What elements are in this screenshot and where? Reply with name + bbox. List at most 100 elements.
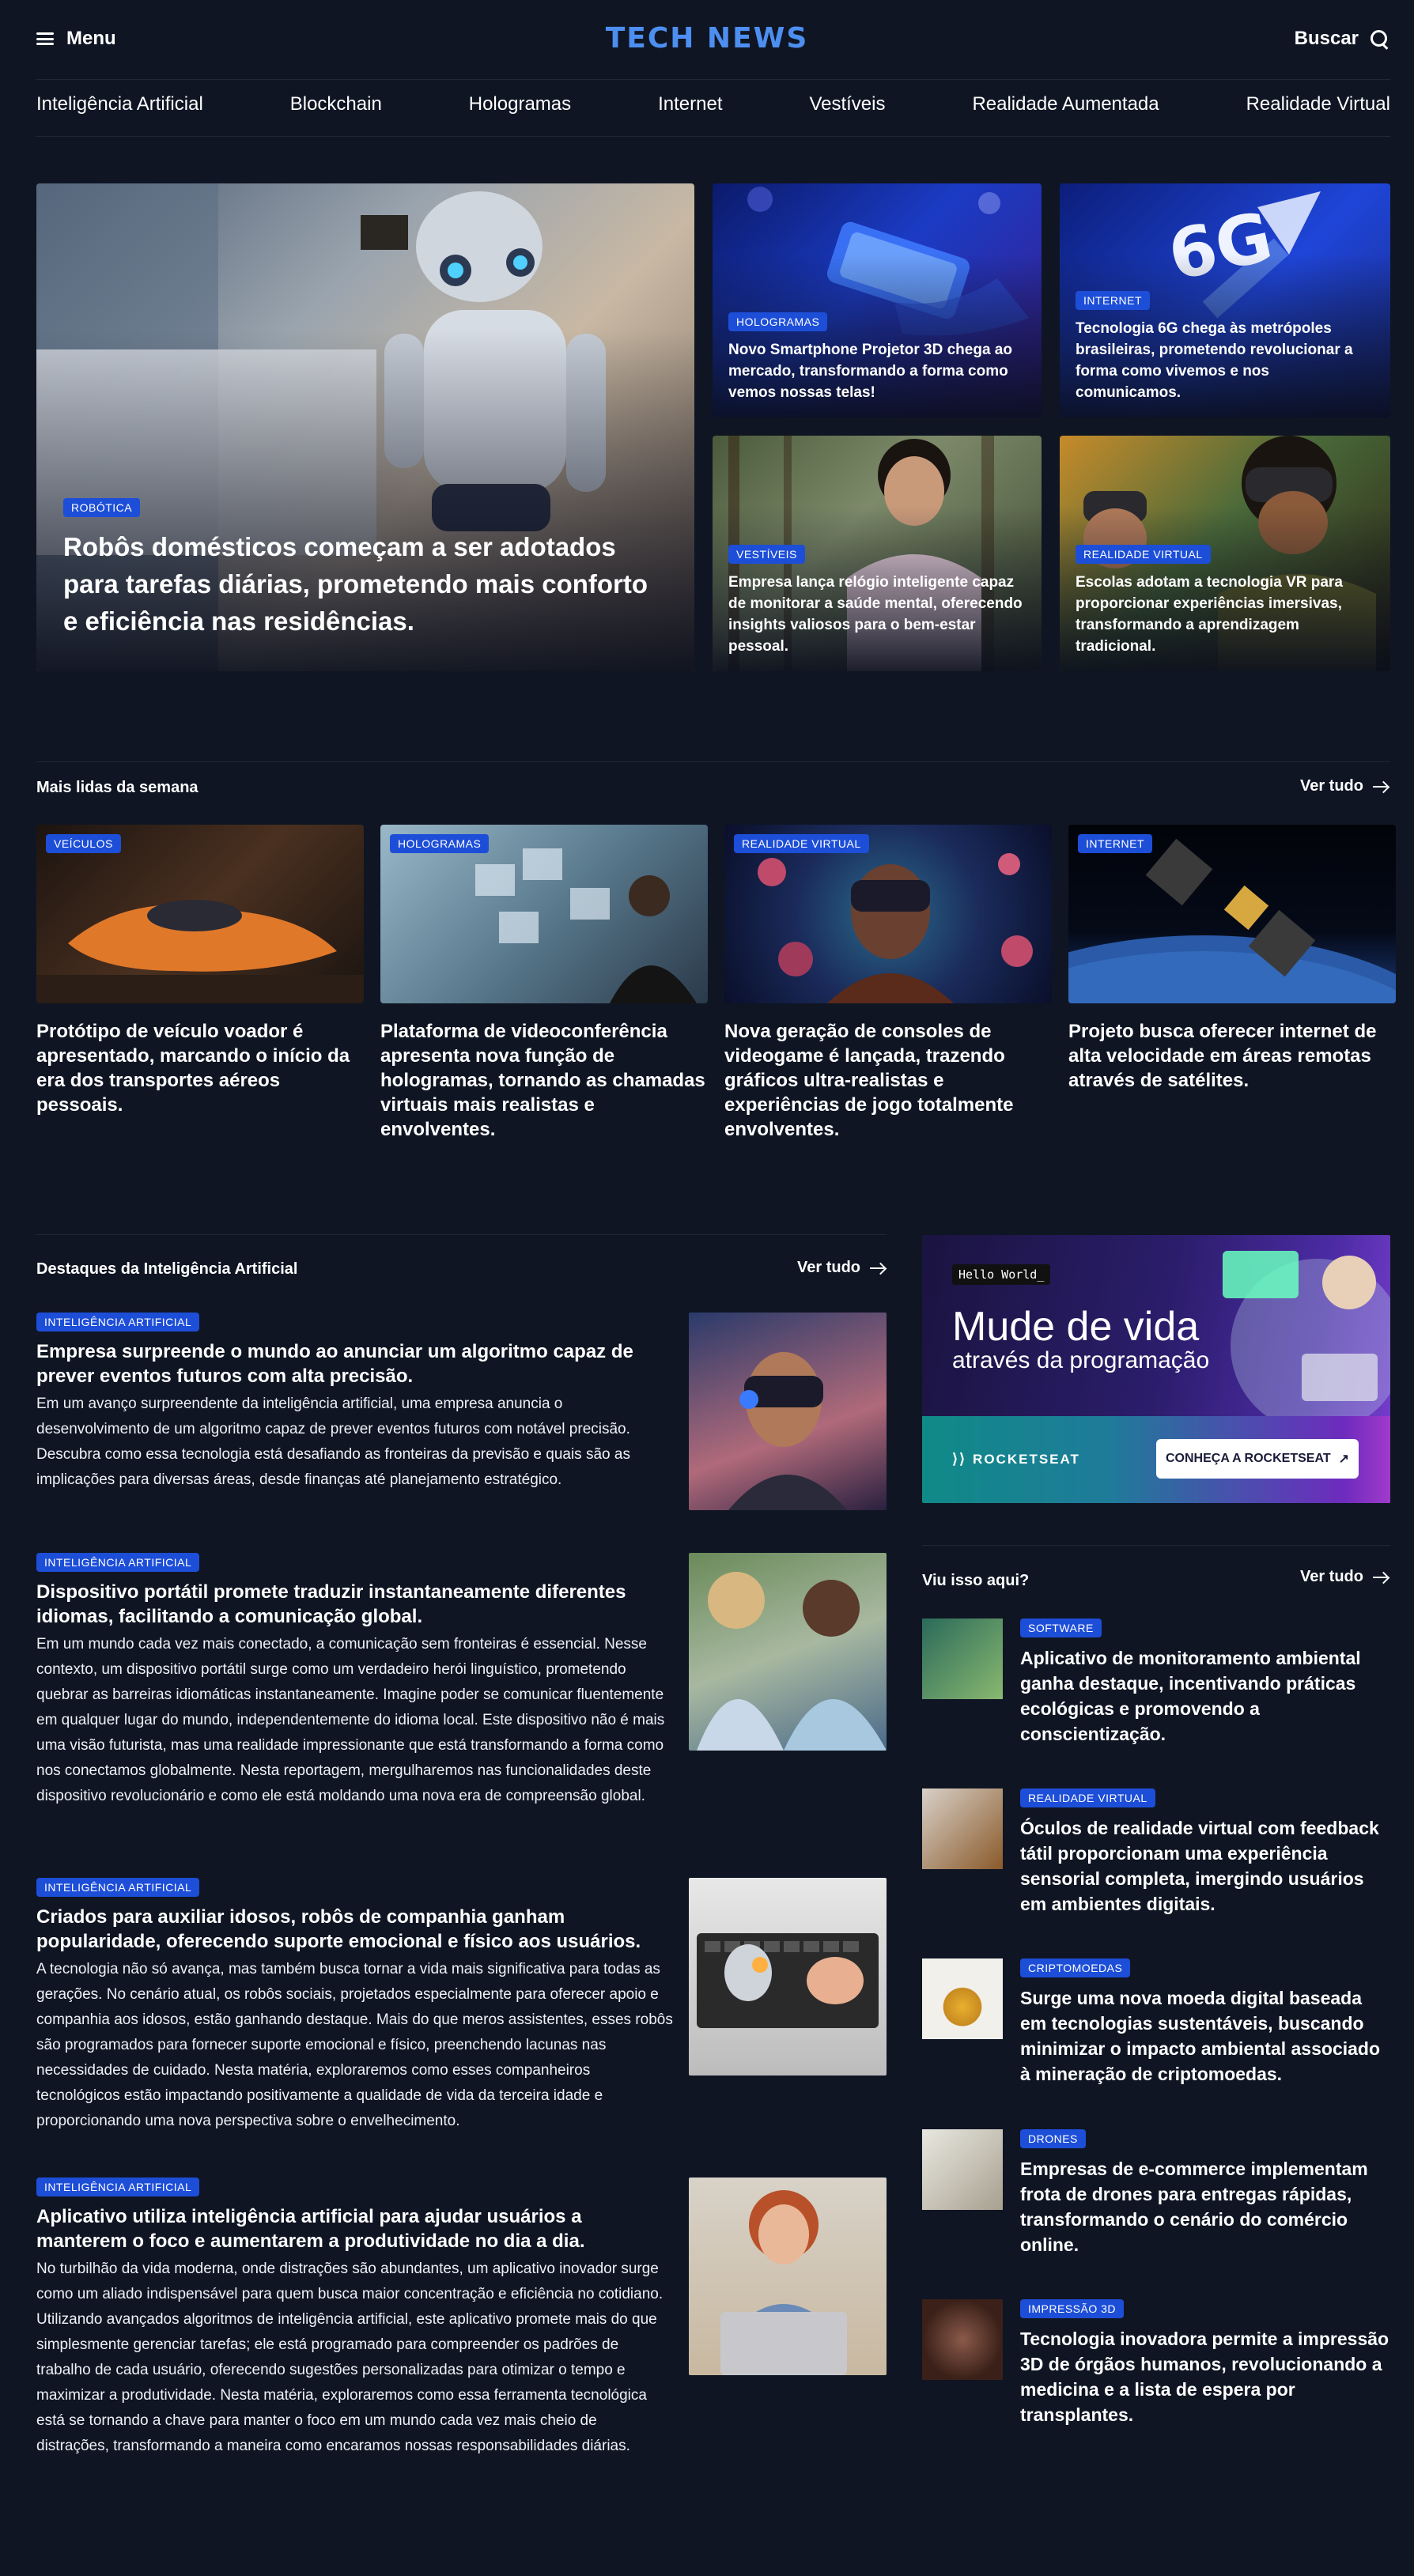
article-excerpt: No turbilhão da vida moderna, onde distr… — [36, 2261, 664, 2454]
category-tag: HOLOGRAMAS — [728, 312, 828, 331]
ad-headline: Mude de vida — [952, 1304, 1200, 1350]
nav-item-realidade-aumentada[interactable]: Realidade Aumentada — [972, 93, 1159, 115]
nav-item-realidade-virtual[interactable]: Realidade Virtual — [1246, 93, 1390, 115]
section-divider — [922, 1545, 1390, 1546]
most-read-title: Projeto busca oferecer internet de alta … — [1068, 1021, 1377, 1091]
category-tag: INTELIGÊNCIA ARTIFICIAL — [36, 2178, 200, 2196]
seen-here-item-title: Tecnologia inovadora permite a impressão… — [1020, 2329, 1389, 2425]
category-nav: Inteligência Artificial Blockchain Holog… — [36, 93, 1390, 115]
most-read-title: Mais lidas da semana — [36, 779, 198, 796]
category-tag: CRIPTOMOEDAS — [1020, 1958, 1131, 1977]
hero-card-vestiveis[interactable]: VESTÍVEIS Empresa lança relógio intelige… — [713, 436, 1042, 671]
seen-here-item[interactable]: CRIPTOMOEDAS Surge uma nova moeda digita… — [922, 1958, 1390, 2087]
nav-item-internet[interactable]: Internet — [658, 93, 722, 115]
section-divider — [36, 761, 1390, 762]
category-tag: VESTÍVEIS — [728, 545, 805, 564]
seen-here-item[interactable]: DRONES Empresas de e-commerce implementa… — [922, 2129, 1390, 2257]
ai-article[interactable]: INTELIGÊNCIA ARTIFICIAL Aplicativo utili… — [36, 2178, 887, 2459]
ad-hello-code: Hello World_ — [952, 1264, 1051, 1285]
seen-here-item-title: Surge uma nova moeda digital baseada em … — [1020, 1988, 1381, 2084]
hero-card-title: Novo Smartphone Projetor 3D chega ao mer… — [728, 342, 1012, 401]
drone-delivery-image — [922, 2129, 1003, 2210]
search-button[interactable]: Buscar — [1295, 27, 1389, 51]
category-tag: DRONES — [1020, 2129, 1086, 2148]
ad-brand-name: ROCKETSEAT — [973, 1451, 1080, 1467]
hero-card-internet[interactable]: 6G INTERNET Tecnologia 6G chega às metró… — [1060, 183, 1390, 417]
header-divider — [36, 79, 1390, 80]
section-divider — [36, 1234, 887, 1235]
hero-main-title: Robôs domésticos começam a ser adotados … — [63, 532, 648, 636]
satellite-image: INTERNET — [1068, 825, 1396, 1003]
most-read-item[interactable]: INTERNET Projeto busca oferecer internet… — [1068, 825, 1396, 1093]
article-title: Criados para auxiliar idosos, robôs de c… — [36, 1906, 641, 1952]
nav-item-hologramas[interactable]: Hologramas — [469, 93, 571, 115]
seen-here-item[interactable]: IMPRESSÃO 3D Tecnologia inovadora permit… — [922, 2299, 1390, 2427]
seen-here-item-title: Empresas de e-commerce implementam frota… — [1020, 2159, 1368, 2255]
most-read-item[interactable]: REALIDADE VIRTUAL Nova geração de consol… — [724, 825, 1052, 1142]
see-all-label: Ver tudo — [797, 1259, 861, 1276]
ad-brand: ⟩⟩ ROCKETSEAT — [952, 1451, 1080, 1467]
most-read-title: Nova geração de consoles de videogame é … — [724, 1021, 1014, 1140]
flying-car-image: VEÍCULOS — [36, 825, 364, 1003]
arrow-right-icon — [1373, 1572, 1389, 1583]
site-logo[interactable]: TECH NEWS — [0, 22, 1414, 55]
category-tag: VEÍCULOS — [46, 834, 121, 853]
category-tag: INTERNET — [1078, 834, 1152, 853]
most-read-see-all[interactable]: Ver tudo — [1300, 777, 1389, 795]
category-tag: INTERNET — [1076, 291, 1150, 310]
category-tag: SOFTWARE — [1020, 1618, 1102, 1637]
arrow-up-right-icon: ↗ — [1338, 1452, 1349, 1466]
hologram-call-image: HOLOGRAMAS — [380, 825, 708, 1003]
nav-item-vestiveis[interactable]: Vestíveis — [809, 93, 885, 115]
category-tag: INTELIGÊNCIA ARTIFICIAL — [36, 1313, 200, 1331]
category-tag: IMPRESSÃO 3D — [1020, 2299, 1125, 2318]
category-tag: REALIDADE VIRTUAL — [1076, 545, 1211, 564]
search-icon — [1370, 29, 1389, 48]
hero-main-card[interactable]: ROBÓTICA Robôs domésticos começam a ser … — [36, 183, 694, 671]
vr-woman-image — [689, 1313, 887, 1510]
category-tag: REALIDADE VIRTUAL — [1020, 1788, 1155, 1807]
nav-item-inteligencia-artificial[interactable]: Inteligência Artificial — [36, 93, 203, 115]
hero-card-hologramas[interactable]: HOLOGRAMAS Novo Smartphone Projetor 3D c… — [713, 183, 1042, 417]
rocketseat-logo-icon: ⟩⟩ — [952, 1451, 967, 1467]
ai-highlights-see-all[interactable]: Ver tudo — [797, 1259, 886, 1277]
hero-card-title: Escolas adotam a tecnologia VR para prop… — [1076, 574, 1343, 655]
most-read-title: Plataforma de videoconferência apresenta… — [380, 1021, 705, 1140]
nav-divider — [36, 136, 1390, 137]
ai-article[interactable]: INTELIGÊNCIA ARTIFICIAL Empresa surpreen… — [36, 1313, 887, 1510]
category-tag: INTELIGÊNCIA ARTIFICIAL — [36, 1878, 200, 1897]
most-read-title: Protótipo de veículo voador é apresentad… — [36, 1021, 350, 1116]
see-all-label: Ver tudo — [1299, 777, 1363, 795]
most-read-item[interactable]: VEÍCULOS Protótipo de veículo voador é a… — [36, 825, 364, 1117]
3d-organ-image — [922, 2299, 1003, 2380]
ai-article[interactable]: INTELIGÊNCIA ARTIFICIAL Criados para aux… — [36, 1878, 887, 2134]
article-title: Aplicativo utiliza inteligência artifici… — [36, 2206, 585, 2252]
article-excerpt: Em um avanço surpreendente da inteligênc… — [36, 1396, 630, 1488]
category-tag: REALIDADE VIRTUAL — [734, 834, 869, 853]
seen-here-see-all[interactable]: Ver tudo — [1300, 1568, 1389, 1586]
bitcoin-plant-image — [922, 1958, 1003, 2039]
ai-article[interactable]: INTELIGÊNCIA ARTIFICIAL Dispositivo port… — [36, 1553, 887, 1809]
most-read-item[interactable]: HOLOGRAMAS Plataforma de videoconferênci… — [380, 825, 708, 1142]
article-title: Dispositivo portátil promete traduzir in… — [36, 1581, 626, 1627]
article-excerpt: A tecnologia não só avança, mas também b… — [36, 1961, 673, 2129]
seen-here-item[interactable]: SOFTWARE Aplicativo de monitoramento amb… — [922, 1618, 1390, 1747]
woman-laptop-image — [689, 2178, 887, 2375]
ad-cta-button[interactable]: CONHEÇA A ROCKETSEAT ↗ — [1156, 1439, 1359, 1479]
arrow-right-icon — [1373, 781, 1389, 792]
robot-hand-laptop-image — [689, 1878, 887, 2076]
category-tag: ROBÓTICA — [63, 498, 141, 517]
article-excerpt: Em um mundo cada vez mais conectado, a c… — [36, 1636, 665, 1804]
ad-cta-label: CONHEÇA A ROCKETSEAT — [1166, 1452, 1331, 1465]
seen-here-title: Viu isso aqui? — [922, 1572, 1030, 1589]
hero-card-realidade-virtual[interactable]: REALIDADE VIRTUAL Escolas adotam a tecno… — [1060, 436, 1390, 671]
eco-app-image — [922, 1618, 1003, 1699]
category-tag: HOLOGRAMAS — [390, 834, 490, 853]
rocketseat-ad[interactable]: Hello World_ Mude de vida através da pro… — [922, 1235, 1390, 1503]
translator-people-image — [689, 1553, 887, 1751]
seen-here-item-title: Aplicativo de monitoramento ambiental ga… — [1020, 1648, 1361, 1744]
seen-here-item[interactable]: REALIDADE VIRTUAL Óculos de realidade vi… — [922, 1788, 1390, 1917]
article-title: Empresa surpreende o mundo ao anunciar u… — [36, 1341, 633, 1387]
vr-glasses-image — [922, 1788, 1003, 1869]
nav-item-blockchain[interactable]: Blockchain — [290, 93, 382, 115]
